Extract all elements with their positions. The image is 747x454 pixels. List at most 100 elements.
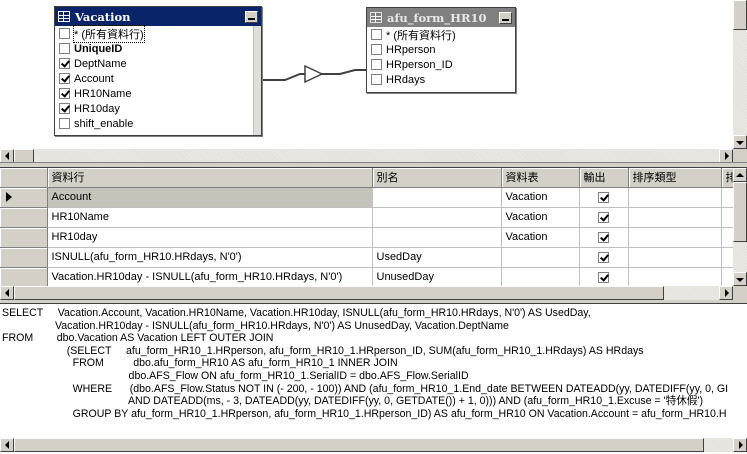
output-checkbox[interactable] [598,211,609,223]
field-row[interactable]: HR10Name [55,86,261,101]
field-row[interactable]: UniqueID [55,41,261,56]
table-vacation[interactable]: Vacation * (所有資料行) UniqueID DeptName Accoun… [54,6,262,136]
table-afu-form-hr10-titlebar[interactable]: afu_form_HR10 [367,8,515,27]
grid-column-header[interactable]: 資料表 [501,168,580,188]
grid-column-header[interactable]: 資料行 [47,168,373,188]
alias-cell[interactable] [372,187,502,208]
diagram-horizontal-scroll-thumb[interactable] [14,149,34,162]
field-checkbox[interactable] [59,103,70,114]
alias-cell[interactable]: UnusedDay [372,267,502,288]
row-selector[interactable] [0,247,48,268]
scroll-right-button[interactable] [719,149,733,162]
scroll-down-button[interactable] [733,135,747,149]
sort-type-cell[interactable] [628,247,722,268]
output-cell[interactable] [579,267,629,288]
scroll-left-button[interactable] [0,149,14,162]
output-cell[interactable] [579,207,629,228]
grid-vertical-scrollbar[interactable] [733,168,747,286]
field-checkbox[interactable] [59,28,70,39]
table-cell[interactable]: Vacation [501,227,580,248]
column-cell[interactable]: Account [47,187,373,208]
minimize-button[interactable] [499,11,512,24]
grid-row[interactable]: Account Vacation [0,187,742,208]
diagram-pane[interactable]: Vacation * (所有資料行) UniqueID DeptName Accoun… [0,0,747,163]
field-checkbox[interactable] [59,43,70,54]
field-checkbox[interactable] [59,58,70,69]
field-row[interactable]: Account [55,71,261,86]
alias-cell[interactable]: UsedDay [372,247,502,268]
grid-vertical-scroll-thumb[interactable] [733,182,747,242]
row-selector[interactable] [0,267,48,288]
diagram-horizontal-scrollbar[interactable] [0,149,733,162]
grid-column-header[interactable] [0,168,48,188]
grid-row[interactable]: ISNULL(afu_form_HR10.HRdays, N'0') UsedDa… [0,247,742,268]
row-selector[interactable] [0,207,48,228]
sort-type-cell[interactable] [628,227,722,248]
table-vacation-titlebar[interactable]: Vacation [55,7,261,26]
scroll-left-button[interactable] [0,438,14,452]
field-checkbox[interactable] [59,73,70,84]
column-cell[interactable]: ISNULL(afu_form_HR10.HRdays, N'0') [47,247,373,268]
output-cell[interactable] [579,187,629,208]
grid-horizontal-scroll-thumb[interactable] [14,286,664,300]
table-cell[interactable]: Vacation [501,187,580,208]
output-checkbox[interactable] [598,271,609,283]
grid-horizontal-scrollbar[interactable] [0,286,733,300]
table-cell[interactable] [501,247,580,268]
output-checkbox[interactable] [598,231,609,243]
field-row[interactable]: shift_enable [55,116,261,131]
row-selector[interactable] [0,227,48,248]
diagram-vertical-scroll-thumb[interactable] [733,0,747,30]
criteria-grid[interactable]: 資料行 別名 資料表 輸出 排序類型排 Account Vacation HR10Name V… [0,168,742,288]
field-checkbox[interactable] [371,29,382,40]
output-checkbox[interactable] [598,191,609,203]
output-cell[interactable] [579,247,629,268]
grid-column-header[interactable]: 排序類型 [628,168,722,188]
table-cell[interactable] [501,267,580,288]
row-selector[interactable] [0,187,48,208]
minimize-button[interactable] [245,10,258,23]
field-row[interactable]: HRperson_ID [367,57,515,72]
sort-type-cell[interactable] [628,267,722,288]
grid-column-header[interactable]: 輸出 [579,168,629,188]
field-row[interactable]: HR10day [55,101,261,116]
field-checkbox[interactable] [59,118,70,129]
grid-row[interactable]: HR10day Vacation [0,227,742,248]
scroll-right-button[interactable] [733,438,747,452]
arrow-down-icon [736,277,744,282]
sql-horizontal-scroll-thumb[interactable] [14,438,704,452]
column-cell[interactable]: HR10Name [47,207,373,228]
field-checkbox[interactable] [371,44,382,55]
output-cell[interactable] [579,227,629,248]
sort-type-cell[interactable] [628,187,722,208]
table-vacation-scrollbar[interactable] [253,26,261,135]
field-row[interactable]: * (所有資料行) [367,27,515,42]
scroll-up-button[interactable] [733,168,747,182]
alias-cell[interactable] [372,207,502,228]
scroll-left-button[interactable] [0,286,14,300]
alias-cell[interactable] [372,227,502,248]
field-checkbox[interactable] [371,59,382,70]
output-checkbox[interactable] [598,251,609,263]
column-cell[interactable]: Vacation.HR10day - ISNULL(afu_form_HR10.… [47,267,373,288]
sql-horizontal-scrollbar[interactable] [0,438,747,452]
criteria-grid-pane[interactable]: 資料行 別名 資料表 輸出 排序類型排 Account Vacation HR10Name V… [0,167,747,300]
grid-row[interactable]: HR10Name Vacation [0,207,742,228]
field-row[interactable]: DeptName [55,56,261,71]
diagram-vertical-scrollbar[interactable] [733,0,747,149]
field-checkbox[interactable] [59,88,70,99]
scroll-right-button[interactable] [719,286,733,300]
field-row[interactable]: HRperson [367,42,515,57]
table-afu-form-hr10[interactable]: afu_form_HR10 * (所有資料行) HRperson HRperson_… [366,7,516,93]
sql-editor[interactable]: SELECT Vacation.Account, Vacation.HR10Na… [2,307,742,437]
scroll-down-button[interactable] [733,272,747,286]
sql-pane[interactable]: SELECT Vacation.Account, Vacation.HR10Na… [0,303,747,454]
column-cell[interactable]: HR10day [47,227,373,248]
field-row[interactable]: * (所有資料行) [55,24,261,43]
field-row[interactable]: HRdays [367,72,515,87]
grid-row[interactable]: Vacation.HR10day - ISNULL(afu_form_HR10.… [0,267,742,288]
grid-column-header[interactable]: 別名 [372,168,502,188]
field-checkbox[interactable] [371,74,382,85]
sort-type-cell[interactable] [628,207,722,228]
table-cell[interactable]: Vacation [501,207,580,228]
